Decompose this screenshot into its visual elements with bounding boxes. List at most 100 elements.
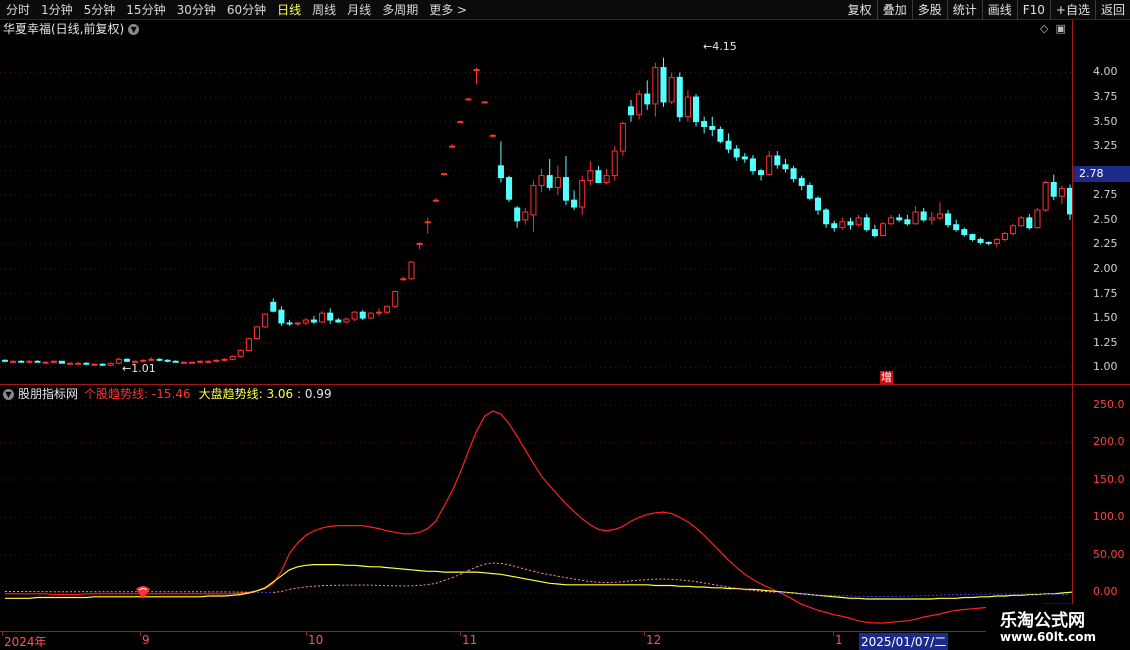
candle[interactable] [1001, 231, 1008, 242]
candle[interactable] [684, 90, 691, 122]
candle[interactable] [725, 133, 732, 154]
candle[interactable] [50, 360, 57, 364]
candle[interactable] [172, 360, 179, 363]
candle[interactable] [636, 90, 643, 120]
candle[interactable] [790, 165, 797, 183]
candle[interactable] [164, 359, 171, 363]
tab-period-3[interactable]: 15分钟 [120, 0, 170, 20]
candle[interactable] [26, 360, 33, 364]
candle[interactable] [440, 172, 448, 176]
candle[interactable] [1018, 215, 1025, 227]
candle[interactable] [701, 116, 708, 134]
candle[interactable] [652, 62, 659, 117]
candle[interactable] [969, 233, 976, 242]
indicator-chart[interactable] [0, 386, 1072, 630]
tab-period-4[interactable]: 30分钟 [171, 0, 221, 20]
candle[interactable] [262, 313, 269, 328]
candle[interactable] [554, 165, 561, 196]
tab-period-8[interactable]: 月线 [341, 0, 376, 20]
tool-button-1[interactable]: 叠加 [876, 0, 912, 20]
candle[interactable] [400, 276, 407, 281]
candle[interactable] [497, 141, 504, 183]
candle[interactable] [579, 175, 586, 215]
candle[interactable] [42, 361, 49, 364]
candle[interactable] [75, 362, 82, 365]
candle[interactable] [213, 359, 220, 363]
candle[interactable] [294, 321, 301, 326]
candle[interactable] [481, 100, 488, 104]
candle[interactable] [310, 316, 317, 324]
candle[interactable] [384, 305, 391, 315]
candle[interactable] [1058, 185, 1065, 205]
candle[interactable] [34, 360, 41, 363]
candle[interactable] [562, 155, 569, 206]
tool-button-2[interactable]: 多股 [911, 0, 947, 20]
candle[interactable] [522, 208, 529, 225]
candle[interactable] [18, 360, 25, 363]
candle[interactable] [335, 318, 342, 323]
chevron-down-icon[interactable]: ▼ [128, 24, 140, 35]
candle[interactable] [1026, 213, 1033, 230]
candle[interactable] [806, 182, 813, 201]
candle[interactable] [619, 121, 626, 156]
candle[interactable] [571, 190, 578, 210]
candle[interactable] [644, 80, 651, 110]
candle[interactable] [749, 154, 756, 175]
candle[interactable] [920, 208, 927, 222]
tab-period-9[interactable]: 多周期 [376, 0, 423, 20]
candle[interactable] [302, 318, 309, 325]
candle[interactable] [270, 298, 277, 313]
tab-period-0[interactable]: 分时 [0, 0, 35, 20]
candle[interactable] [1, 359, 9, 363]
candle[interactable] [766, 151, 773, 176]
candle[interactable] [156, 358, 163, 362]
panel-separator[interactable] [0, 384, 1130, 385]
candle[interactable] [148, 357, 155, 362]
candle[interactable] [660, 57, 667, 107]
candle[interactable] [782, 158, 789, 173]
window-icon[interactable]: ▣ [1055, 22, 1065, 35]
candle[interactable] [879, 221, 887, 237]
candle[interactable] [489, 134, 496, 137]
candle[interactable] [465, 98, 472, 101]
candle[interactable] [359, 310, 366, 321]
candle[interactable] [343, 318, 350, 323]
candle[interactable] [449, 144, 456, 149]
candle[interactable] [1042, 180, 1049, 212]
tool-button-3[interactable]: 统计 [946, 0, 982, 20]
candle[interactable] [676, 72, 683, 122]
tab-period-6[interactable]: 日线 [271, 0, 306, 20]
candle[interactable] [912, 206, 919, 225]
candle[interactable] [1010, 223, 1017, 236]
candle[interactable] [709, 116, 716, 137]
candle[interactable] [733, 145, 740, 161]
candle[interactable] [823, 208, 830, 228]
candle[interactable] [58, 360, 65, 364]
candlestick-chart[interactable] [0, 37, 1072, 382]
candle[interactable] [595, 165, 602, 183]
candle[interactable] [855, 214, 862, 227]
candle[interactable] [928, 211, 935, 225]
candle[interactable] [888, 214, 895, 225]
date-axis[interactable]: 2024年 9 10 11 12 1 2025/01/07/二 [0, 631, 1130, 650]
indicator-lines[interactable] [0, 386, 1072, 630]
tab-period-1[interactable]: 1分钟 [35, 0, 78, 20]
candle[interactable] [67, 362, 74, 365]
candle[interactable] [107, 362, 114, 367]
candle[interactable] [457, 120, 464, 124]
candle[interactable] [953, 219, 960, 232]
candle[interactable] [375, 308, 382, 317]
tool-button-4[interactable]: 画线 [981, 0, 1017, 20]
candle[interactable] [603, 168, 610, 185]
candle[interactable] [473, 67, 480, 85]
candle[interactable] [319, 311, 326, 323]
candle[interactable] [83, 362, 90, 366]
candle[interactable] [367, 312, 374, 320]
price-chart[interactable] [0, 37, 1072, 382]
candle[interactable] [847, 217, 854, 230]
candle[interactable] [871, 224, 878, 238]
candle[interactable] [936, 202, 943, 220]
candle[interactable] [546, 158, 553, 191]
candle[interactable] [188, 361, 196, 364]
candle[interactable] [538, 168, 545, 193]
